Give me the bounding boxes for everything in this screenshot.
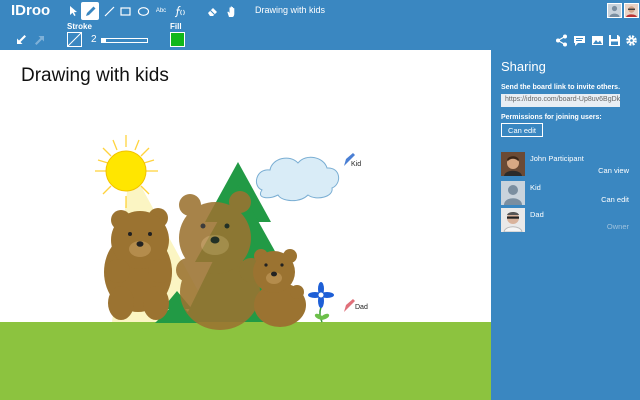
pan-tool[interactable] xyxy=(222,2,240,20)
chat-button[interactable] xyxy=(572,33,586,47)
ellipse-icon xyxy=(137,6,149,16)
permissions-label: Permissions for joining users: xyxy=(501,114,602,121)
redo-button[interactable] xyxy=(31,31,49,49)
photo-avatar xyxy=(501,152,525,176)
app-logo: IDroo xyxy=(11,2,51,19)
user-row: Kid Can edit xyxy=(501,181,631,207)
text-icon: Abc xyxy=(155,8,167,14)
join-permission-button[interactable]: Can edit xyxy=(501,123,543,137)
ellipse-tool[interactable] xyxy=(134,2,152,20)
dad-cursor-label: Dad xyxy=(355,304,368,311)
bear-small xyxy=(253,249,306,327)
stroke-width-slider[interactable] xyxy=(101,38,148,43)
share-icon xyxy=(555,34,567,46)
user-row: John Participant Can view xyxy=(501,152,631,178)
redo-arrow-icon xyxy=(35,36,44,45)
face-photo-icon xyxy=(625,4,638,17)
line-icon xyxy=(104,6,114,16)
user-avatar-generic[interactable] xyxy=(607,3,622,18)
formula-tool[interactable] xyxy=(170,2,188,20)
save-icon xyxy=(608,34,620,46)
default-avatar xyxy=(501,181,525,205)
chat-icon xyxy=(573,35,585,46)
user-row: Dad Owner xyxy=(501,208,631,234)
cursor-icon xyxy=(70,6,77,16)
stroke-label: Stroke xyxy=(67,22,92,31)
user-name: Kid xyxy=(530,183,541,192)
save-button[interactable] xyxy=(607,33,621,47)
board-link-field[interactable]: https://idroo.com/board-Up8uv6BgDk xyxy=(501,94,620,107)
user-permission[interactable]: Can view xyxy=(598,166,629,175)
user-permission[interactable]: Can edit xyxy=(601,195,629,204)
photo-avatar xyxy=(501,208,525,233)
text-tool[interactable]: Abc xyxy=(152,2,170,20)
drawing-artwork xyxy=(0,135,491,400)
image-button[interactable] xyxy=(590,33,604,47)
sharing-title: Sharing xyxy=(501,59,546,74)
flower xyxy=(308,282,334,323)
rectangle-tool[interactable] xyxy=(116,2,134,20)
hand-icon xyxy=(226,5,234,17)
settings-icon xyxy=(625,34,637,46)
sun xyxy=(95,135,158,208)
document-title: Drawing with kids xyxy=(255,5,326,15)
top-toolbar: IDroo Abc Drawing with kids Stroke 2 Fil… xyxy=(0,0,640,50)
undo-button[interactable] xyxy=(12,31,30,49)
share-button[interactable] xyxy=(554,33,568,47)
slider-fill xyxy=(102,39,106,42)
cloud xyxy=(255,156,340,202)
fill-color-swatch[interactable] xyxy=(170,32,185,47)
kid-cursor-label: Kid xyxy=(351,161,362,168)
sharing-panel: Sharing Send the board link to invite ot… xyxy=(491,50,640,400)
user-permission: Owner xyxy=(606,222,629,231)
dad-cursor xyxy=(344,299,355,312)
pencil-tool[interactable] xyxy=(81,2,99,20)
drawing-canvas[interactable]: Drawing with kids Kid Dad xyxy=(0,50,491,400)
no-color-icon xyxy=(67,32,82,47)
bear-left xyxy=(104,208,172,320)
fill-label: Fill xyxy=(170,22,182,31)
settings-button[interactable] xyxy=(624,33,638,47)
eraser-tool[interactable] xyxy=(203,2,221,20)
person-icon xyxy=(609,5,620,17)
user-name: John Participant xyxy=(530,154,584,163)
invite-text: Send the board link to invite others. xyxy=(501,84,621,91)
eraser-icon xyxy=(207,7,217,16)
user-name: Dad xyxy=(530,210,544,219)
user-avatar-photo[interactable] xyxy=(624,3,639,18)
rectangle-icon xyxy=(119,6,131,16)
select-tool[interactable] xyxy=(64,2,82,20)
grass xyxy=(0,322,491,400)
pencil-icon xyxy=(85,6,95,16)
image-icon xyxy=(591,35,603,45)
canvas-title: Drawing with kids xyxy=(21,65,169,86)
undo-arrow-icon xyxy=(17,35,26,44)
stroke-color-swatch[interactable] xyxy=(67,32,82,47)
stroke-width-value: 2 xyxy=(91,34,97,45)
formula-icon xyxy=(174,5,185,17)
